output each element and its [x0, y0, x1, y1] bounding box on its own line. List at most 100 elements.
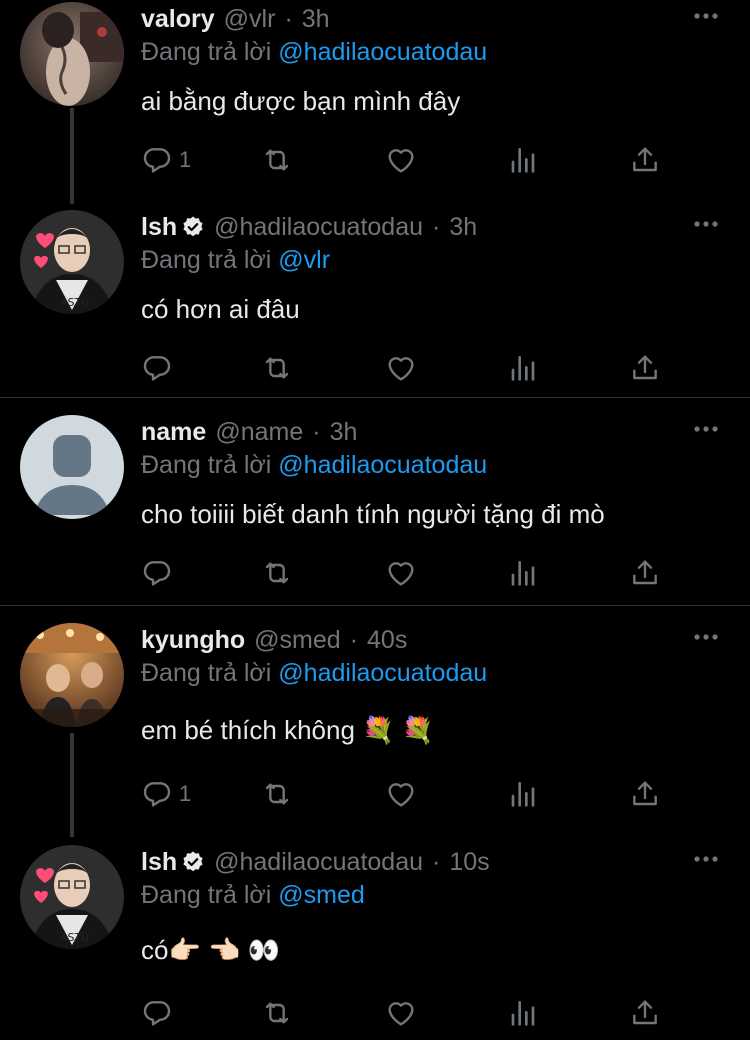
- reply-label: Đang trả lời: [141, 38, 272, 66]
- separator: ·: [432, 847, 441, 876]
- like-button[interactable]: [385, 555, 417, 591]
- retweet-icon: [261, 778, 293, 810]
- retweet-icon: [261, 144, 293, 176]
- reply-icon: [141, 144, 173, 176]
- tweet-header: valory @vlr · 3h: [141, 2, 330, 36]
- views-button[interactable]: [507, 142, 539, 178]
- views-button[interactable]: [507, 555, 539, 591]
- like-icon: [385, 778, 417, 810]
- like-button[interactable]: [385, 350, 417, 386]
- tweet[interactable]: name @name · 3h Đang trả lời @hadilaocua…: [0, 415, 750, 600]
- reply-context: Đang trả lời @hadilaocuatodau: [141, 451, 487, 480]
- views-button[interactable]: [507, 350, 539, 386]
- share-icon: [629, 557, 661, 589]
- more-icon[interactable]: [692, 214, 720, 234]
- more-icon[interactable]: [692, 419, 720, 439]
- reply-context: Đang trả lời @hadilaocuatodau: [141, 38, 487, 67]
- display-name[interactable]: lsh: [141, 848, 177, 877]
- verified-badge-icon: [181, 850, 205, 874]
- more-icon[interactable]: [692, 6, 720, 26]
- reply-button[interactable]: 1: [141, 142, 191, 178]
- like-button[interactable]: [385, 142, 417, 178]
- views-icon: [507, 997, 539, 1029]
- share-icon: [629, 144, 661, 176]
- display-name[interactable]: kyungho: [141, 626, 245, 655]
- reply-mention-link[interactable]: @hadilaocuatodau: [278, 659, 487, 687]
- reply-label: Đang trả lời: [141, 451, 272, 479]
- reply-button[interactable]: [141, 995, 179, 1031]
- tweet-text: có hơn ai đâu: [141, 294, 300, 324]
- action-bar: 1: [141, 776, 671, 812]
- retweet-button[interactable]: [261, 776, 293, 812]
- more-icon[interactable]: [692, 849, 720, 869]
- separator: ·: [432, 212, 441, 241]
- reply-mention-link[interactable]: @smed: [278, 881, 365, 909]
- reply-count: 1: [179, 781, 192, 806]
- timestamp[interactable]: 3h: [302, 5, 330, 34]
- handle[interactable]: @hadilaocuatodau: [214, 848, 423, 877]
- separator: ·: [312, 417, 321, 446]
- display-name[interactable]: name: [141, 418, 206, 447]
- more-icon[interactable]: [692, 627, 720, 647]
- share-button[interactable]: [629, 555, 661, 591]
- retweet-button[interactable]: [261, 350, 293, 386]
- reply-label: Đang trả lời: [141, 246, 272, 274]
- tweet[interactable]: kyungho @smed · 40s Đang trả lời @hadila…: [0, 623, 750, 813]
- views-icon: [507, 778, 539, 810]
- handle[interactable]: @name: [215, 418, 303, 447]
- share-button[interactable]: [629, 776, 661, 812]
- like-button[interactable]: [385, 995, 417, 1031]
- reply-context: Đang trả lời @vlr: [141, 246, 330, 275]
- views-button[interactable]: [507, 776, 539, 812]
- share-button[interactable]: [629, 350, 661, 386]
- reply-label: Đang trả lời: [141, 881, 272, 909]
- reply-button[interactable]: 1: [141, 776, 191, 812]
- reply-icon: [141, 997, 173, 1029]
- retweet-button[interactable]: [261, 555, 293, 591]
- display-name[interactable]: lsh: [141, 213, 177, 242]
- avatar[interactable]: [20, 415, 124, 519]
- share-icon: [629, 352, 661, 384]
- retweet-icon: [261, 352, 293, 384]
- timestamp[interactable]: 10s: [449, 848, 489, 877]
- timestamp[interactable]: 3h: [330, 418, 358, 447]
- tweet-text: có👉🏻 👈🏻 👀: [141, 935, 281, 965]
- like-icon: [385, 557, 417, 589]
- tweet[interactable]: ASTU lsh @hadilaocuatodau · 3h Đang trả …: [0, 210, 750, 395]
- like-icon: [385, 352, 417, 384]
- reply-button[interactable]: [141, 350, 179, 386]
- views-button[interactable]: [507, 995, 539, 1031]
- avatar[interactable]: [20, 2, 124, 106]
- retweet-icon: [261, 557, 293, 589]
- svg-text:ASTU: ASTU: [60, 296, 89, 309]
- retweet-button[interactable]: [261, 995, 293, 1031]
- reply-button[interactable]: [141, 555, 179, 591]
- tweet[interactable]: valory @vlr · 3h Đang trả lời @hadilaocu…: [0, 2, 750, 192]
- action-bar: [141, 350, 671, 386]
- reply-context: Đang trả lời @hadilaocuatodau: [141, 659, 487, 688]
- reply-mention-link[interactable]: @hadilaocuatodau: [278, 451, 487, 479]
- handle[interactable]: @vlr: [224, 5, 276, 34]
- handle[interactable]: @hadilaocuatodau: [214, 213, 423, 242]
- reply-count: 1: [179, 147, 192, 172]
- like-button[interactable]: [385, 776, 417, 812]
- retweet-button[interactable]: [261, 142, 293, 178]
- share-button[interactable]: [629, 995, 661, 1031]
- reply-context: Đang trả lời @smed: [141, 881, 365, 910]
- timestamp[interactable]: 40s: [367, 626, 407, 655]
- avatar[interactable]: ASTU: [20, 210, 124, 314]
- retweet-icon: [261, 997, 293, 1029]
- tweet-header: lsh @hadilaocuatodau · 10s: [141, 845, 490, 879]
- timestamp[interactable]: 3h: [449, 213, 477, 242]
- avatar[interactable]: [20, 623, 124, 727]
- handle[interactable]: @smed: [254, 626, 341, 655]
- reply-mention-link[interactable]: @vlr: [278, 246, 330, 274]
- share-button[interactable]: [629, 142, 661, 178]
- reply-mention-link[interactable]: @hadilaocuatodau: [278, 38, 487, 66]
- display-name[interactable]: valory: [141, 5, 215, 34]
- tweet[interactable]: ASTU lsh @hadilaocuatodau · 10s Đang trả…: [0, 845, 750, 1035]
- reply-icon: [141, 352, 173, 384]
- reply-icon: [141, 557, 173, 589]
- avatar[interactable]: ASTU: [20, 845, 124, 949]
- reply-icon: [141, 778, 173, 810]
